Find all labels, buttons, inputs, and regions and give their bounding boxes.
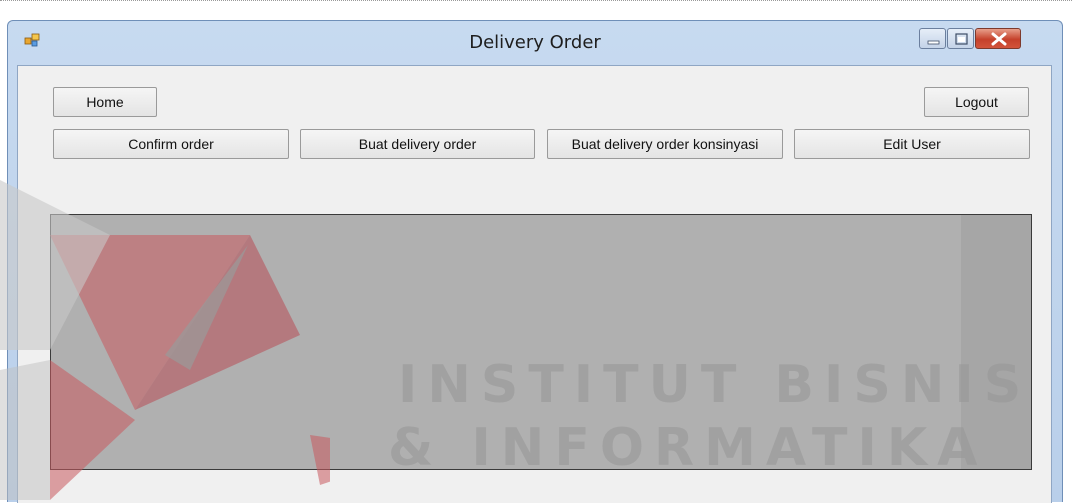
close-button[interactable]	[975, 28, 1021, 49]
screenshot-top-border	[0, 0, 1072, 7]
minimize-icon	[927, 40, 940, 45]
buat-delivery-order-button[interactable]: Buat delivery order	[300, 129, 535, 159]
watermark-logo	[0, 180, 330, 500]
maximize-icon	[955, 33, 968, 45]
buat-delivery-order-konsinyasi-button[interactable]: Buat delivery order konsinyasi	[547, 129, 783, 159]
title-bar[interactable]: Delivery Order	[8, 21, 1062, 65]
watermark-text-line2: & INFORMATIKA	[388, 418, 988, 478]
watermark-text-line1: INSTITUT BISNIS	[398, 355, 1032, 415]
close-icon	[991, 32, 1007, 46]
maximize-button[interactable]	[947, 28, 974, 49]
home-button[interactable]: Home	[53, 87, 157, 117]
window-title: Delivery Order	[469, 32, 601, 53]
edit-user-button[interactable]: Edit User	[794, 129, 1030, 159]
minimize-button[interactable]	[919, 28, 946, 49]
logout-button[interactable]: Logout	[924, 87, 1029, 117]
